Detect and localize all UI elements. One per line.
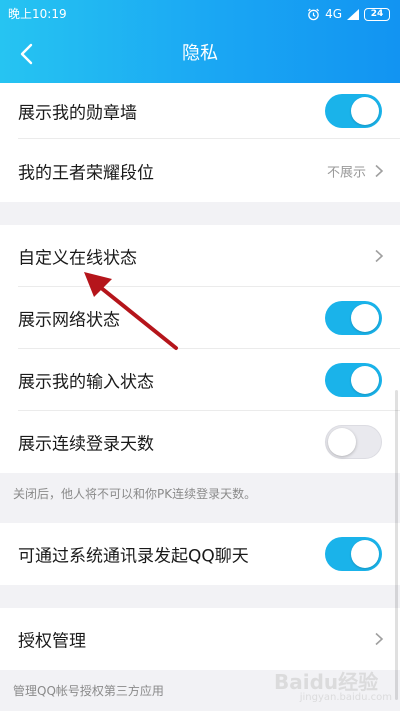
row-label: 展示连续登录天数	[18, 434, 154, 455]
page-title: 隐私	[182, 43, 218, 64]
scrollbar[interactable]	[395, 390, 398, 700]
watermark-url: jingyan.baidu.com	[299, 692, 392, 703]
signal-icon	[347, 8, 359, 20]
login-days-note: 关闭后，他人将不可以和你PK连续登录天数。	[13, 487, 257, 501]
status-bar: 晚上10:19 4G 24	[0, 0, 400, 28]
typing-status-toggle[interactable]	[325, 363, 382, 397]
alarm-icon	[308, 8, 320, 20]
authorization-note: 管理QQ帐号授权第三方应用	[13, 684, 164, 698]
row-contacts-qq-chat[interactable]: 可通过系统通讯录发起QQ聊天	[0, 523, 400, 585]
row-show-login-days[interactable]: 展示连续登录天数	[0, 411, 400, 473]
row-show-medal-wall[interactable]: 展示我的勋章墙	[0, 83, 400, 139]
battery-level: 24	[364, 7, 390, 21]
back-button[interactable]	[12, 40, 40, 68]
contacts-chat-toggle[interactable]	[325, 537, 382, 571]
chevron-right-icon	[375, 249, 384, 263]
row-custom-online-status[interactable]: 自定义在线状态	[0, 225, 400, 287]
row-show-network-status[interactable]: 展示网络状态	[0, 287, 400, 349]
row-authorization-management[interactable]: 授权管理	[0, 608, 400, 670]
row-label: 展示我的勋章墙	[18, 103, 137, 124]
row-label: 可通过系统通讯录发起QQ聊天	[18, 546, 249, 567]
row-label: 展示网络状态	[18, 310, 120, 331]
row-show-typing-status[interactable]: 展示我的输入状态	[0, 349, 400, 411]
row-honor-of-kings-rank[interactable]: 我的王者荣耀段位 不展示	[0, 139, 400, 202]
row-label: 展示我的输入状态	[18, 372, 154, 393]
status-time: 晚上10:19	[8, 7, 67, 21]
medal-wall-toggle[interactable]	[325, 94, 382, 128]
row-label: 我的王者荣耀段位	[18, 163, 154, 183]
login-days-toggle[interactable]	[325, 425, 382, 459]
chevron-left-icon	[20, 43, 33, 65]
chevron-right-icon	[375, 164, 384, 177]
chevron-right-icon	[375, 632, 384, 646]
header: 晚上10:19 4G 24 隐私	[0, 0, 400, 83]
baidu-watermark: Baidu经验 jingyan.baidu.com	[274, 662, 394, 708]
row-label: 授权管理	[18, 631, 86, 652]
privacy-settings-screen: 晚上10:19 4G 24 隐私 展示我的勋章墙 我的王者荣耀段位 不展示 自定…	[0, 0, 400, 711]
watermark-brand: Baidu经验	[274, 670, 379, 694]
row-label: 自定义在线状态	[18, 248, 137, 269]
network-status-toggle[interactable]	[325, 301, 382, 335]
status-icons: 4G 24	[307, 0, 390, 28]
network-type: 4G	[325, 7, 342, 21]
row-value: 不展示	[326, 165, 366, 180]
